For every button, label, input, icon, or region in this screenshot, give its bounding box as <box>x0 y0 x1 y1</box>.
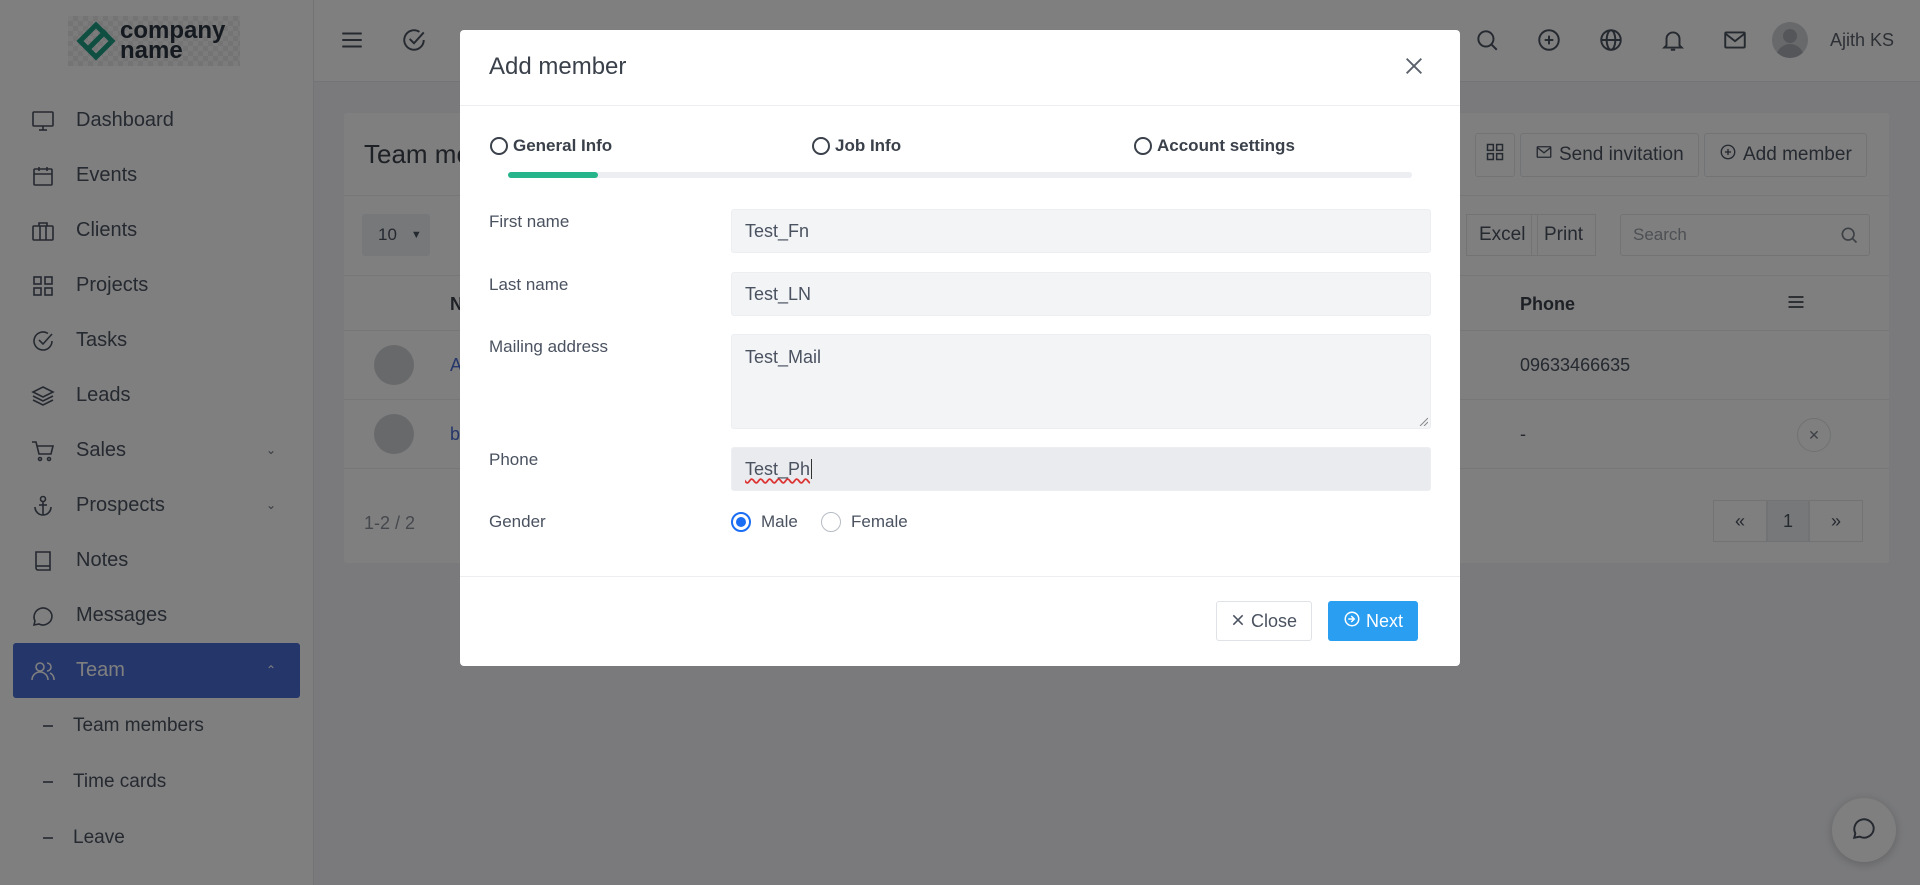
step-circle-icon <box>490 137 508 155</box>
text-caret <box>811 459 813 479</box>
step-general-info[interactable]: General Info <box>490 136 612 156</box>
phone-value: Test_Ph <box>745 458 811 479</box>
wizard-progress-fill <box>508 172 599 178</box>
close-button[interactable]: Close <box>1216 601 1312 641</box>
arrow-right-circle-icon <box>1343 610 1361 633</box>
wizard-progress-bar <box>508 172 1412 178</box>
gender-female-label: Female <box>851 512 908 531</box>
last-name-label: Last name <box>489 275 569 294</box>
step-circle-icon <box>1134 137 1152 155</box>
gender-female-radio[interactable]: Female <box>821 512 908 532</box>
close-icon <box>1231 611 1245 632</box>
add-member-modal: Add member General Info Job Info Account… <box>460 30 1460 666</box>
next-label: Next <box>1365 610 1403 631</box>
first-name-field[interactable]: Test_Fn <box>731 209 1431 253</box>
gender-male-radio[interactable]: Male <box>731 512 798 532</box>
phone-field[interactable]: Test_Ph <box>731 447 1431 491</box>
modal-title: Add member <box>489 53 627 80</box>
next-button[interactable]: Next <box>1328 601 1418 641</box>
step-circle-icon <box>812 137 830 155</box>
close-label: Close <box>1250 610 1298 631</box>
last-name-field[interactable]: Test_LN <box>731 272 1431 316</box>
radio-checked-icon <box>731 512 751 532</box>
phone-label: Phone <box>489 450 539 469</box>
step-label: Job Info <box>835 136 902 155</box>
radio-unchecked-icon <box>821 512 841 532</box>
mailing-address-value: Test_Mail <box>745 347 822 367</box>
modal-header: Add member <box>460 30 1460 106</box>
resize-handle-icon[interactable] <box>1418 416 1428 426</box>
close-icon <box>1403 55 1425 82</box>
mailing-address-label: Mailing address <box>489 337 609 356</box>
last-name-value: Test_LN <box>745 283 812 304</box>
first-name-value: Test_Fn <box>745 220 810 241</box>
mailing-address-field[interactable]: Test_Mail <box>731 334 1431 429</box>
gender-label: Gender <box>489 512 546 531</box>
modal-close-button[interactable] <box>1398 52 1430 84</box>
step-job-info[interactable]: Job Info <box>812 136 901 156</box>
step-label: Account settings <box>1157 136 1295 155</box>
gender-male-label: Male <box>761 512 798 531</box>
step-account-settings[interactable]: Account settings <box>1134 136 1295 156</box>
modal-footer-divider <box>460 576 1460 577</box>
step-label: General Info <box>513 136 613 155</box>
first-name-label: First name <box>489 212 570 231</box>
